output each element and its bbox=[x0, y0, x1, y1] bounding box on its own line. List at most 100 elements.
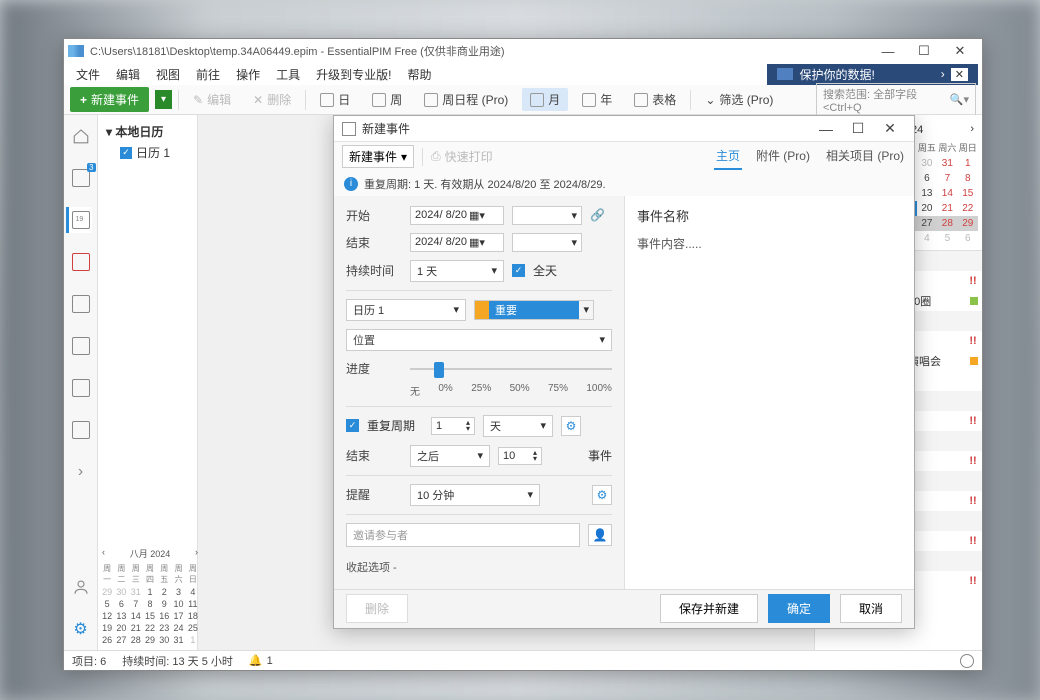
invite-input[interactable]: 邀请参与者 bbox=[346, 523, 580, 547]
ok-button[interactable]: 确定 bbox=[768, 594, 830, 623]
recend-select[interactable]: 之后▾ bbox=[410, 445, 490, 467]
calendar-icon bbox=[424, 93, 438, 107]
label-recend: 结束 bbox=[346, 447, 402, 464]
tab-related[interactable]: 相关项目 (Pro) bbox=[824, 143, 906, 170]
chevron-down-icon: ▾ bbox=[453, 303, 459, 316]
tab-main[interactable]: 主页 bbox=[714, 143, 742, 170]
dialog-icon bbox=[342, 122, 356, 136]
event-title-field[interactable]: 事件名称 bbox=[637, 206, 902, 225]
new-event-dialog: 新建事件 — ☐ ✕ 新建事件▾ ⎙快速打印 主页 附件 (Pro) 相关项目 … bbox=[333, 115, 915, 629]
menu-help[interactable]: 帮助 bbox=[399, 64, 439, 85]
banner-close[interactable]: ✕ bbox=[951, 68, 968, 81]
globe-icon[interactable] bbox=[960, 654, 974, 668]
new-event-button[interactable]: +新建事件 bbox=[70, 87, 149, 112]
promo-banner[interactable]: 保护你的数据! › ✕ bbox=[767, 64, 978, 85]
recur-count-input[interactable]: 1▴▾ bbox=[431, 417, 475, 435]
checkbox-icon[interactable]: ✓ bbox=[120, 147, 132, 159]
menu-tools[interactable]: 工具 bbox=[268, 64, 308, 85]
menu-view[interactable]: 视图 bbox=[148, 64, 188, 85]
recur-unit-select[interactable]: 天▾ bbox=[483, 415, 553, 437]
event-type-select[interactable]: 新建事件▾ bbox=[342, 145, 414, 168]
nav-contacts[interactable] bbox=[68, 333, 94, 359]
nav-tasks[interactable] bbox=[68, 249, 94, 275]
label-allday: 全天 bbox=[533, 262, 557, 279]
minimize-button[interactable]: — bbox=[870, 40, 906, 62]
menu-go[interactable]: 前往 bbox=[188, 64, 228, 85]
nav-passwords[interactable] bbox=[68, 375, 94, 401]
tab-attachments[interactable]: 附件 (Pro) bbox=[754, 143, 812, 170]
view-day[interactable]: 日 bbox=[312, 88, 358, 111]
end-time-input[interactable]: ▾ bbox=[512, 233, 582, 252]
filter-button[interactable]: ⌄筛选 (Pro) bbox=[697, 88, 781, 111]
nav-user[interactable] bbox=[68, 574, 94, 600]
mail-icon bbox=[72, 169, 90, 187]
chevron-down-icon: ▾ bbox=[579, 303, 593, 316]
mini-calendar-left[interactable]: ‹八月 2024› 周一周二周三周四周五周六周日 293031123456789… bbox=[100, 545, 200, 646]
priority-select[interactable]: 重要▾ bbox=[474, 300, 594, 320]
mail-badge: 3 bbox=[87, 163, 95, 172]
dialog-minimize[interactable]: — bbox=[810, 121, 842, 137]
status-reminders[interactable]: 🔔1 bbox=[249, 654, 273, 667]
progress-slider[interactable] bbox=[410, 359, 612, 379]
label-remind: 提醒 bbox=[346, 486, 402, 503]
check-icon bbox=[72, 253, 90, 271]
nav-home[interactable] bbox=[68, 123, 94, 149]
close-button[interactable]: ✕ bbox=[942, 40, 978, 62]
start-time-input[interactable]: ▾ bbox=[512, 206, 582, 225]
nav-mail[interactable]: 3 bbox=[68, 165, 94, 191]
link-icon[interactable]: 🔗 bbox=[590, 208, 606, 222]
view-table[interactable]: 表格 bbox=[626, 88, 684, 111]
calendar-icon bbox=[372, 93, 386, 107]
view-week[interactable]: 周 bbox=[364, 88, 410, 111]
view-month[interactable]: 月 bbox=[522, 88, 568, 111]
tree-root[interactable]: ▾ 本地日历 bbox=[104, 121, 191, 142]
nav-trash[interactable] bbox=[68, 417, 94, 443]
nav-more[interactable]: › bbox=[68, 459, 94, 485]
recend-count-input[interactable]: 10▴▾ bbox=[498, 447, 542, 465]
allday-checkbox[interactable]: ✓ bbox=[512, 264, 525, 277]
view-year[interactable]: 年 bbox=[574, 88, 620, 111]
chevron-down-icon: ▾ bbox=[599, 333, 605, 346]
nav-settings[interactable]: ⚙ bbox=[68, 616, 94, 642]
chevron-down-icon: ▾ bbox=[571, 236, 577, 249]
new-event-dropdown[interactable]: ▾ bbox=[155, 90, 172, 109]
edit-button[interactable]: ✎编辑 bbox=[185, 88, 239, 111]
app-icon bbox=[68, 45, 84, 57]
dialog-close[interactable]: ✕ bbox=[874, 120, 906, 137]
dialog-title: 新建事件 bbox=[362, 120, 810, 137]
tree-calendar-1[interactable]: ✓日历 1 bbox=[104, 142, 191, 163]
end-date-input[interactable]: 2024/ 8/20▦▾ bbox=[410, 233, 504, 252]
search-input[interactable]: 搜索范围: 全部字段 <Ctrl+Q🔍▾ bbox=[816, 83, 976, 117]
quick-print-button[interactable]: ⎙快速打印 bbox=[431, 148, 493, 165]
recur-checkbox[interactable]: ✓ bbox=[346, 419, 359, 432]
event-content-field[interactable]: 事件内容..... bbox=[637, 235, 902, 252]
nav-notes[interactable] bbox=[68, 291, 94, 317]
view-agenda[interactable]: 周日程 (Pro) bbox=[416, 88, 516, 111]
menu-action[interactable]: 操作 bbox=[228, 64, 268, 85]
menu-upgrade[interactable]: 升级到专业版! bbox=[308, 64, 399, 85]
label-duration: 持续时间 bbox=[346, 262, 402, 279]
next-month-icon[interactable]: › bbox=[970, 123, 974, 135]
delete-event-button[interactable]: 删除 bbox=[346, 594, 408, 623]
recur-settings-button[interactable]: ⚙ bbox=[561, 416, 581, 436]
menu-edit[interactable]: 编辑 bbox=[108, 64, 148, 85]
duration-select[interactable]: 1 天▾ bbox=[410, 260, 504, 282]
invite-browse-button[interactable]: 👤 bbox=[588, 524, 612, 546]
remind-settings-button[interactable]: ⚙ bbox=[592, 485, 612, 505]
start-date-input[interactable]: 2024/ 8/20▦▾ bbox=[410, 206, 504, 225]
menu-file[interactable]: 文件 bbox=[68, 64, 108, 85]
save-and-new-button[interactable]: 保存并新建 bbox=[660, 594, 758, 623]
chevron-down-icon: ▾ bbox=[540, 419, 546, 432]
x-icon: ✕ bbox=[253, 93, 263, 107]
nav-calendar[interactable]: 19 bbox=[66, 207, 92, 233]
maximize-button[interactable]: ☐ bbox=[906, 40, 942, 62]
search-icon: 🔍 bbox=[950, 93, 964, 106]
remind-select[interactable]: 10 分钟▾ bbox=[410, 484, 540, 506]
delete-button[interactable]: ✕删除 bbox=[245, 88, 299, 111]
cancel-button[interactable]: 取消 bbox=[840, 594, 902, 623]
collapse-options[interactable]: 收起选项 - bbox=[346, 555, 612, 579]
location-input[interactable]: 位置▾ bbox=[346, 329, 612, 351]
calendar-select[interactable]: 日历 1▾ bbox=[346, 299, 466, 321]
dialog-maximize[interactable]: ☐ bbox=[842, 120, 874, 137]
prev-month-icon[interactable]: ‹ bbox=[102, 547, 105, 560]
